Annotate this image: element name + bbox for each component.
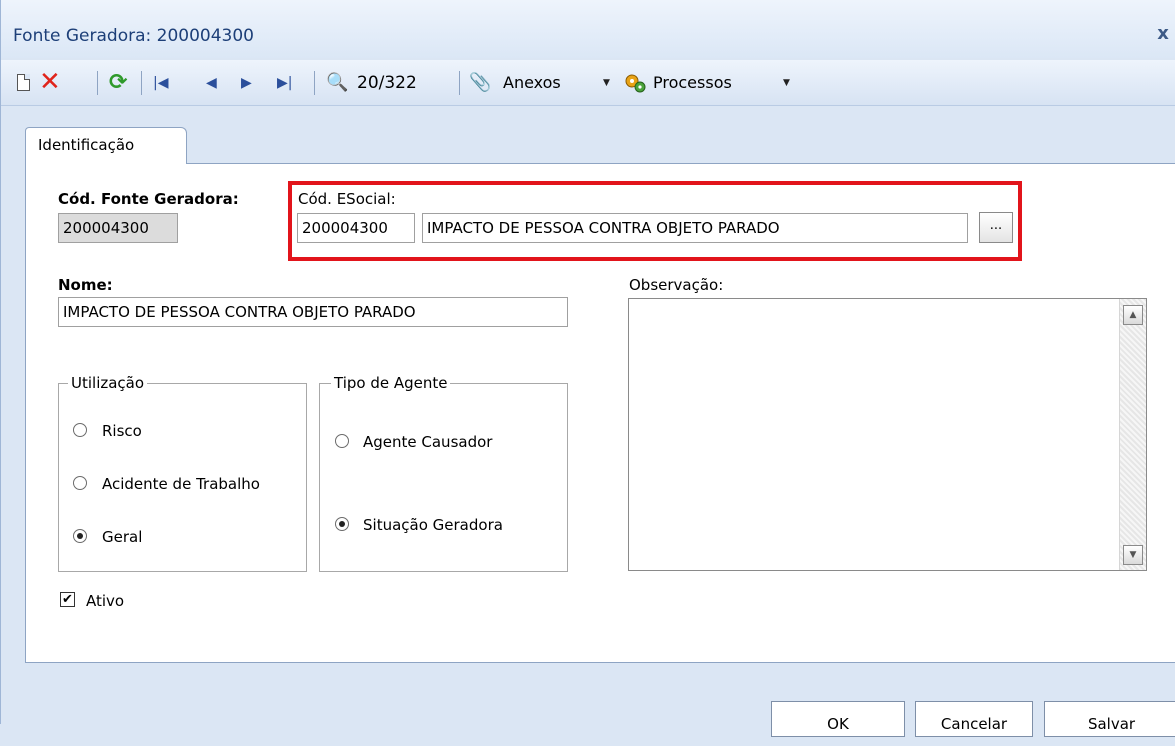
save-button[interactable]: Salvar (1044, 701, 1175, 737)
scroll-up-icon[interactable]: ▲ (1123, 305, 1143, 325)
cod-esocial-label: Cód. ESocial: (298, 190, 396, 208)
radio-agente-causador-label[interactable]: Agente Causador (363, 433, 492, 451)
close-button[interactable]: x (1153, 24, 1173, 44)
processos-button[interactable]: Processos (653, 70, 732, 96)
radio-geral-label[interactable]: Geral (102, 528, 142, 546)
toolbar-separator (459, 71, 460, 95)
processes-icon[interactable] (623, 72, 647, 94)
new-icon[interactable] (17, 74, 30, 91)
radio-acidente-trabalho-label[interactable]: Acidente de Trabalho (102, 475, 260, 493)
radio-situacao-geradora[interactable] (335, 517, 349, 531)
anexos-dropdown-icon[interactable]: ▼ (603, 70, 610, 96)
observacao-textarea[interactable]: ▲ ▼ (628, 298, 1147, 571)
processos-dropdown-icon[interactable]: ▼ (783, 70, 790, 96)
last-record-icon[interactable]: ▶| (277, 70, 292, 96)
radio-risco-label[interactable]: Risco (102, 422, 142, 440)
delete-icon[interactable]: ✕ (39, 69, 61, 96)
ok-button[interactable]: OK (771, 701, 905, 737)
title-bar: Fonte Geradora: 200004300 x (1, 0, 1175, 58)
toolbar: ✕ ⟳ |◀ ◀ ▶ ▶| 🔍 20/322 📎 Anexos ▼ Proces… (1, 60, 1175, 106)
cancel-button[interactable]: Cancelar (915, 701, 1033, 737)
tipo-agente-title: Tipo de Agente (331, 374, 451, 392)
refresh-icon[interactable]: ⟳ (109, 70, 127, 96)
ativo-checkbox[interactable]: ✔ (60, 592, 75, 607)
cod-esocial-code-field[interactable]: 200004300 (297, 213, 415, 243)
find-icon[interactable]: 🔍 (326, 70, 348, 96)
nome-field[interactable]: IMPACTO DE PESSOA CONTRA OBJETO PARADO (58, 297, 568, 327)
radio-agente-causador[interactable] (335, 434, 349, 448)
toolbar-separator (97, 71, 98, 95)
cod-esocial-description-field: IMPACTO DE PESSOA CONTRA OBJETO PARADO (422, 213, 968, 243)
record-counter: 20/322 (357, 73, 417, 93)
previous-record-icon[interactable]: ◀ (206, 70, 217, 96)
observacao-scrollbar[interactable]: ▲ ▼ (1119, 299, 1146, 570)
attachment-icon[interactable]: 📎 (469, 70, 491, 96)
tipo-agente-group (319, 383, 568, 572)
toolbar-separator (141, 71, 142, 95)
first-record-icon[interactable]: |◀ (153, 70, 168, 96)
utilizacao-title: Utilização (68, 374, 148, 392)
cod-fonte-field: 200004300 (58, 213, 178, 243)
toolbar-separator (314, 71, 315, 95)
anexos-button[interactable]: Anexos (503, 70, 561, 96)
ativo-label[interactable]: Ativo (86, 592, 124, 610)
radio-geral[interactable] (73, 529, 87, 543)
scroll-down-icon[interactable]: ▼ (1123, 545, 1143, 565)
observacao-label: Observação: (629, 276, 724, 294)
radio-risco[interactable] (73, 423, 87, 437)
next-record-icon[interactable]: ▶ (241, 70, 252, 96)
window-title: Fonte Geradora: 200004300 (13, 26, 254, 46)
esocial-lookup-button[interactable]: ... (979, 212, 1013, 243)
radio-acidente-trabalho[interactable] (73, 476, 87, 490)
dialog-window: Fonte Geradora: 200004300 x ✕ ⟳ |◀ ◀ ▶ ▶… (0, 0, 1175, 737)
tab-identificacao[interactable]: Identificação (25, 127, 187, 164)
nome-label: Nome: (58, 276, 113, 294)
radio-situacao-geradora-label[interactable]: Situação Geradora (363, 516, 503, 534)
cod-fonte-label: Cód. Fonte Geradora: (58, 190, 239, 208)
